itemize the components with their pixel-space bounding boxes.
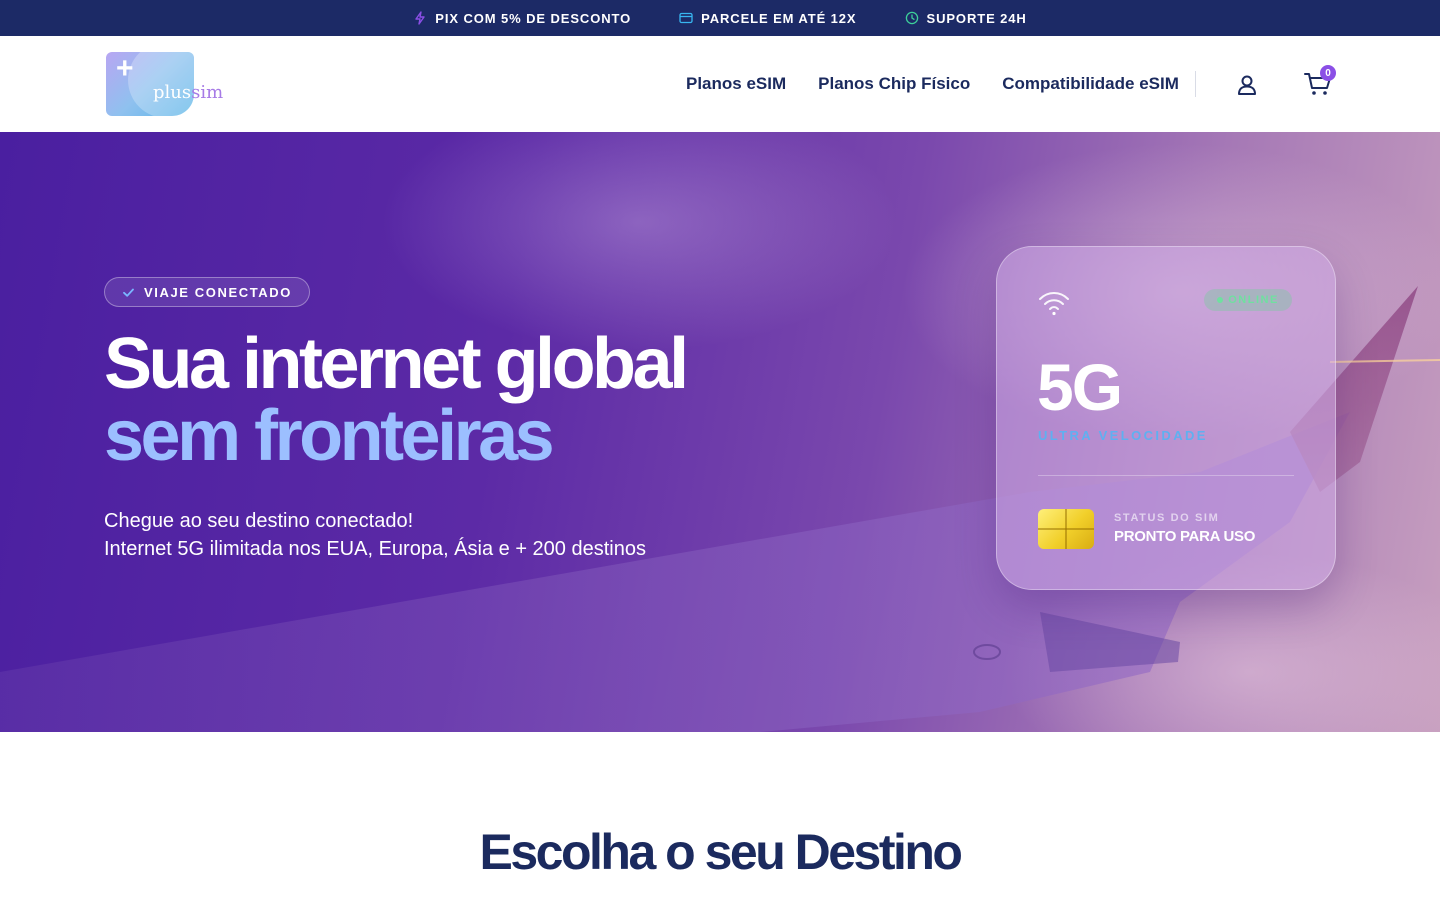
- topbar-label: PARCELE EM ATÉ 12X: [701, 10, 857, 26]
- topbar-label: PIX COM 5% DE DESCONTO: [435, 10, 632, 26]
- user-icon: [1238, 75, 1256, 95]
- status-dot-icon: [1217, 297, 1224, 303]
- plus-icon: +: [116, 52, 134, 85]
- sim-status-label: STATUS DO SIM: [1114, 512, 1220, 524]
- check-icon: [123, 288, 134, 297]
- sim-status-card: ONLINE 5G ULTRA VELOCIDADE STATUS DO SIM…: [996, 246, 1336, 590]
- sim-chip-icon: [1038, 509, 1094, 549]
- nav-link-planos-esim[interactable]: Planos eSIM: [686, 74, 786, 94]
- site-header: + plussim Planos eSIM Planos Chip Físico…: [0, 36, 1440, 132]
- clock-icon: [905, 11, 919, 25]
- main-nav: Planos eSIM Planos Chip Físico Compatibi…: [686, 36, 1179, 132]
- nav-link-planos-chip-fisico[interactable]: Planos Chip Físico: [818, 74, 970, 94]
- topbar-item-pix: PIX COM 5% DE DESCONTO: [413, 11, 631, 26]
- hero-badge: VIAJE CONECTADO: [104, 277, 310, 307]
- network-label: 5G: [1037, 350, 1123, 424]
- speed-label: ULTRA VELOCIDADE: [1038, 428, 1208, 443]
- nav-divider: [1195, 71, 1196, 97]
- credit-card-icon: [679, 11, 693, 25]
- hero-title-line1: Sua internet global: [104, 324, 689, 404]
- logo-wordmark: plussim: [153, 82, 224, 103]
- topbar-item-support: SUPORTE 24H: [905, 11, 1027, 26]
- sim-status-value: PRONTO PARA USO: [1114, 528, 1256, 545]
- topbar-label: SUPORTE 24H: [926, 10, 1027, 26]
- top-announcement-bar: PIX COM 5% DE DESCONTO PARCELE EM ATÉ 12…: [0, 0, 1440, 36]
- hero-subtitle-line2: Internet 5G ilimitada nos EUA, Europa, Á…: [104, 538, 646, 560]
- topbar-item-installments: PARCELE EM ATÉ 12X: [679, 11, 856, 26]
- section-title: Escolha o seu Destino: [479, 824, 963, 880]
- hero-section: VIAJE CONECTADO Sua internet global sem …: [0, 132, 1440, 732]
- hero-subtitle: Chegue ao seu destino conectado! Interne…: [104, 507, 646, 563]
- hero-title: Sua internet global sem fronteiras: [104, 328, 689, 476]
- wifi-icon: [1039, 292, 1069, 316]
- plussim-logo[interactable]: + plussim: [104, 50, 234, 118]
- online-status-pill: ONLINE: [1204, 289, 1292, 311]
- hero-title-line2: sem fronteiras: [104, 396, 555, 476]
- cart-count-badge: 0: [1320, 65, 1336, 81]
- user-account-button[interactable]: [1234, 72, 1260, 98]
- card-divider: [1038, 475, 1294, 476]
- hero-badge-label: VIAJE CONECTADO: [144, 284, 292, 300]
- hero-subtitle-line1: Chegue ao seu destino conectado!: [104, 510, 414, 532]
- nav-link-compatibilidade-esim[interactable]: Compatibilidade eSIM: [1002, 74, 1179, 94]
- lightning-icon: [413, 11, 427, 25]
